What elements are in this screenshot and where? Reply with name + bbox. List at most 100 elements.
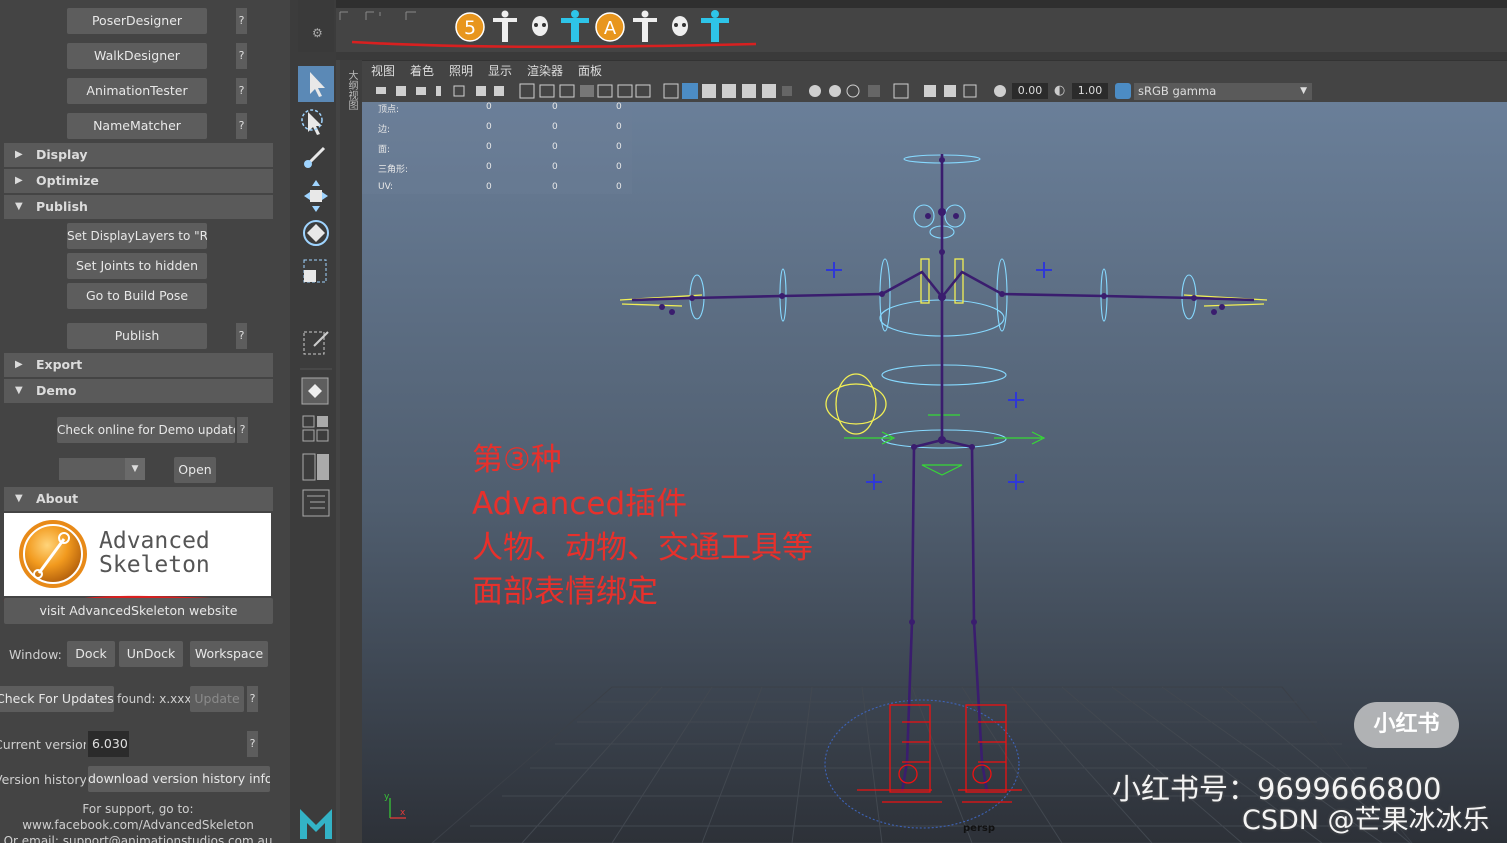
section-display[interactable]: ▶ Display	[4, 143, 273, 167]
poserdesigner-button[interactable]: PoserDesigner	[67, 8, 207, 34]
lasso-tool-icon[interactable]	[308, 112, 322, 135]
walkdesigner-help-button[interactable]: ?	[236, 43, 247, 69]
field-chart-icon[interactable]	[597, 84, 613, 98]
menu-lighting[interactable]: 照明	[449, 62, 473, 79]
check-demo-update-button[interactable]: Check online for Demo update	[57, 417, 235, 443]
camera-attr-icon[interactable]	[396, 86, 406, 96]
shelf-badge-5-icon[interactable]: 5	[455, 12, 485, 42]
anti-aliasing-icon[interactable]	[846, 84, 860, 98]
gate-mask-icon[interactable]	[580, 85, 594, 97]
isolate-select-icon[interactable]	[893, 83, 909, 99]
menu-view[interactable]: 视图	[371, 62, 395, 79]
visit-website-button[interactable]: visit AdvancedSkeleton website	[4, 598, 273, 624]
textured-icon[interactable]	[722, 84, 736, 98]
shelf-face-skull-icon[interactable]	[532, 16, 548, 36]
maya-window: PoserDesigner ? WalkDesigner ? Animation…	[0, 0, 1507, 843]
shadow-icon[interactable]	[782, 86, 792, 96]
section-optimize[interactable]: ▶ Optimize	[4, 169, 273, 193]
film-gate-icon[interactable]	[539, 84, 555, 98]
color-management-icon[interactable]	[1115, 83, 1131, 99]
version-history-label: Version history	[0, 772, 86, 787]
shelf-biped-cyan-icon[interactable]	[561, 10, 589, 42]
outliner-layout-icon[interactable]	[302, 489, 330, 517]
logo-line1: Advanced	[99, 528, 210, 554]
update-button[interactable]: Update	[190, 686, 244, 712]
set-displaylayers-button[interactable]: Set DisplayLayers to "R"	[67, 223, 207, 249]
publish-help-button[interactable]: ?	[236, 323, 247, 349]
open-demo-button[interactable]: Open	[174, 457, 216, 483]
motion-blur-icon[interactable]	[829, 85, 841, 97]
go-to-build-pose-button[interactable]: Go to Build Pose	[67, 283, 207, 309]
menu-show[interactable]: 显示	[488, 62, 512, 79]
grid-icon[interactable]	[519, 83, 535, 99]
default-material-icon[interactable]	[702, 84, 716, 98]
menu-shading[interactable]: 着色	[410, 62, 434, 79]
annotation-icon[interactable]	[494, 86, 504, 96]
download-version-history-button[interactable]: download version history info	[88, 766, 270, 792]
gamma-icon[interactable]: ◐	[1054, 83, 1065, 98]
light-icon[interactable]	[762, 84, 776, 98]
section-publish[interactable]: ▼ Publish	[4, 195, 273, 219]
walkdesigner-button[interactable]: WalkDesigner	[67, 43, 207, 69]
animationtester-help-button[interactable]: ?	[236, 78, 247, 104]
2d-pan-icon[interactable]	[453, 85, 465, 97]
namematcher-help-button[interactable]: ?	[236, 113, 247, 139]
check-demo-help-button[interactable]: ?	[237, 417, 248, 443]
support-text-3: Or email: support@animationstudios.com.a…	[3, 834, 273, 843]
demo-dropdown[interactable]: ▼	[59, 458, 145, 480]
rig-controls-yellow[interactable]	[619, 258, 1268, 435]
dock-button[interactable]: Dock	[67, 641, 115, 667]
bookmark-icon[interactable]	[416, 87, 426, 95]
section-demo[interactable]: ▼ Demo	[4, 379, 273, 403]
xray-joints-icon[interactable]	[924, 85, 936, 97]
shelf-face-skull-icon-2[interactable]	[672, 16, 688, 36]
undock-button[interactable]: UnDock	[119, 641, 183, 667]
backface-icon[interactable]	[963, 84, 977, 98]
last-tool-icon[interactable]	[303, 331, 329, 355]
two-pane-layout-icon[interactable]	[302, 453, 329, 481]
smooth-shade-icon[interactable]	[682, 83, 698, 99]
safe-title-icon[interactable]	[635, 84, 651, 98]
depth-of-field-icon[interactable]	[868, 85, 880, 97]
image-plane-icon[interactable]	[436, 86, 441, 96]
exposure-icon[interactable]	[994, 85, 1006, 97]
view-transform-dropdown[interactable]: sRGB gamma ▼	[1134, 83, 1312, 100]
wireframe-icon[interactable]	[663, 83, 679, 99]
section-about[interactable]: ▼ About	[4, 487, 273, 511]
update-help-button[interactable]: ?	[247, 686, 258, 712]
move-tool-icon[interactable]	[304, 180, 328, 212]
camera-icon[interactable]	[376, 87, 386, 94]
grease-pencil-icon[interactable]	[476, 86, 486, 96]
single-perspective-layout-icon[interactable]	[301, 377, 329, 405]
rotate-tool-icon[interactable]	[303, 220, 329, 246]
shelf-badge-a-icon[interactable]: A	[595, 12, 625, 42]
gamma-field[interactable]: 1.00	[1072, 83, 1108, 99]
publish-button[interactable]: Publish	[67, 323, 207, 349]
safe-action-icon[interactable]	[617, 84, 633, 98]
poserdesigner-help-button[interactable]: ?	[236, 8, 247, 34]
gear-icon[interactable]: ⚙	[312, 26, 323, 40]
foot-controls-red[interactable]	[857, 704, 1022, 803]
animationtester-button[interactable]: AnimationTester	[67, 78, 207, 104]
rig-controls-green[interactable]	[844, 414, 1046, 476]
resolution-gate-icon[interactable]	[559, 84, 575, 98]
shelf-biped-cyan-icon-2[interactable]	[701, 10, 729, 42]
menu-renderer[interactable]: 渲染器	[527, 62, 563, 79]
ambient-occlusion-icon[interactable]	[809, 85, 821, 97]
scale-tool-icon[interactable]	[303, 259, 327, 283]
set-joints-hidden-button[interactable]: Set Joints to hidden	[67, 253, 207, 279]
check-for-updates-button[interactable]: Check For Updates	[0, 686, 114, 712]
current-version-help-button[interactable]: ?	[247, 731, 258, 757]
exposure-field[interactable]: 0.00	[1012, 83, 1048, 99]
shelf-biped-white-icon-2[interactable]	[633, 10, 657, 43]
xray-active-icon[interactable]	[944, 85, 956, 97]
section-export[interactable]: ▶ Export	[4, 353, 273, 377]
menu-panels[interactable]: 面板	[578, 62, 602, 79]
workspace-button[interactable]: Workspace	[190, 641, 268, 667]
shelf-biped-white-icon[interactable]	[493, 10, 517, 43]
four-view-layout-icon[interactable]	[302, 415, 329, 442]
perspective-viewport[interactable]: 顶点: 0 0 0 边: 0 0 0 面: 0 0 0 三角形: 0 0 0 U…	[362, 102, 1507, 843]
xray-icon[interactable]	[742, 84, 756, 98]
outliner-tab-label[interactable]: 大纲视图	[343, 70, 357, 110]
namematcher-button[interactable]: NameMatcher	[67, 113, 207, 139]
